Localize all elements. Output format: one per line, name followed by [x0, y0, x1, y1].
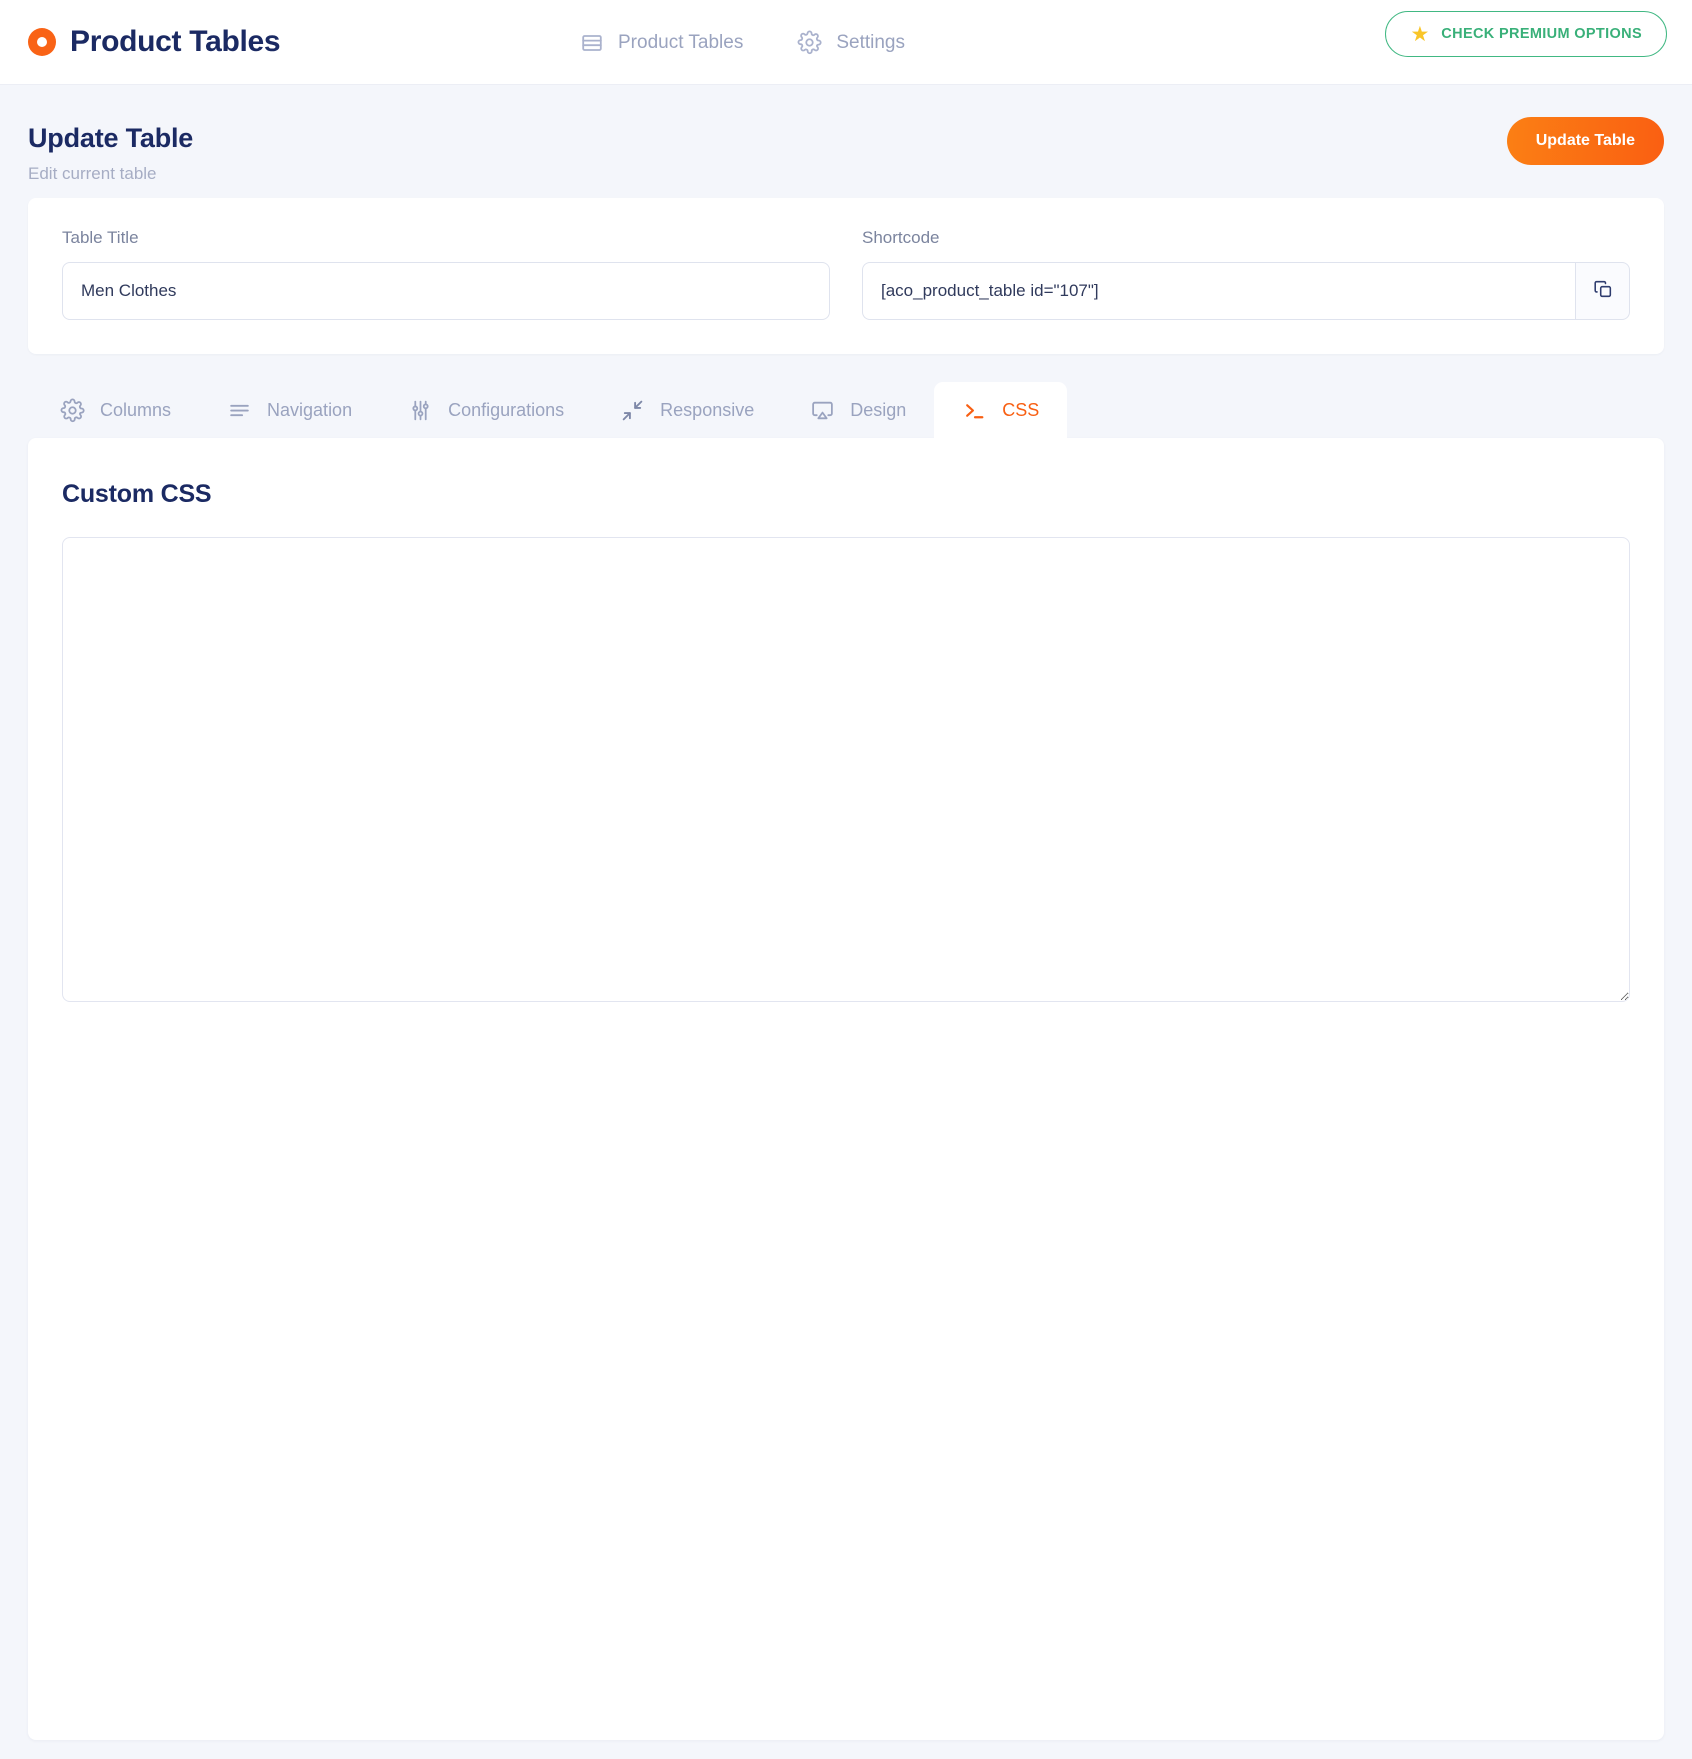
- page-subtitle: Edit current table: [28, 164, 157, 183]
- shrink-arrows-icon: [620, 398, 645, 423]
- copy-shortcode-button[interactable]: [1575, 262, 1630, 320]
- nav-item-settings[interactable]: Settings: [797, 30, 905, 55]
- brand-title: Product Tables: [70, 25, 281, 58]
- check-premium-options-button[interactable]: ★ CHECK PREMIUM OPTIONS: [1385, 11, 1667, 57]
- copy-icon: [1592, 278, 1614, 305]
- terminal-prompt-icon: [962, 398, 987, 423]
- tab-label: CSS: [1002, 399, 1040, 420]
- app-header: Product Tables Product Tables Settings ★…: [0, 0, 1692, 85]
- gear-icon: [60, 398, 85, 423]
- tab-label: Configurations: [448, 399, 565, 420]
- menu-lines-icon: [227, 398, 252, 423]
- table-lines-icon: [580, 31, 604, 55]
- css-panel: Custom CSS: [28, 438, 1664, 1740]
- nav-item-product-tables[interactable]: Product Tables: [580, 31, 743, 55]
- gear-icon: [797, 30, 822, 55]
- brand: Product Tables: [28, 25, 281, 59]
- tab-design[interactable]: Design: [782, 382, 934, 438]
- table-title-label: Table Title: [62, 228, 139, 247]
- table-title-field: Table Title: [62, 228, 830, 320]
- shortcode-label: Shortcode: [862, 228, 940, 247]
- nav-item-label: Product Tables: [618, 31, 744, 53]
- nav-item-label: Settings: [836, 31, 905, 53]
- page-header: Update Table Edit current table Update T…: [0, 85, 1692, 198]
- tab-configurations[interactable]: Configurations: [380, 382, 592, 438]
- shortcode-input[interactable]: [862, 262, 1575, 320]
- premium-button-label: CHECK PREMIUM OPTIONS: [1441, 26, 1642, 42]
- star-icon: ★: [1410, 22, 1430, 46]
- table-title-input[interactable]: [62, 262, 830, 320]
- orange-ring-logo-icon: [28, 28, 56, 56]
- sliders-icon: [408, 398, 433, 423]
- top-navigation: Product Tables Settings: [580, 0, 905, 85]
- airplay-screen-icon: [810, 398, 835, 423]
- tab-navigation[interactable]: Navigation: [199, 382, 380, 438]
- tab-label: Columns: [100, 399, 172, 420]
- tab-label: Responsive: [660, 399, 755, 420]
- tab-css[interactable]: CSS: [934, 382, 1068, 438]
- page-title: Update Table: [28, 123, 194, 153]
- update-table-button[interactable]: Update Table: [1506, 117, 1664, 165]
- settings-tabs: Columns Navigation Configurations Respon…: [28, 382, 1664, 438]
- tab-responsive[interactable]: Responsive: [592, 382, 782, 438]
- tab-columns[interactable]: Columns: [28, 382, 199, 438]
- custom-css-title: Custom CSS: [62, 480, 212, 508]
- tab-label: Design: [850, 399, 907, 420]
- shortcode-field: Shortcode: [862, 228, 1630, 320]
- table-meta-card: Table Title Shortcode: [28, 198, 1664, 354]
- tab-label: Navigation: [267, 399, 353, 420]
- custom-css-textarea[interactable]: [62, 537, 1630, 1002]
